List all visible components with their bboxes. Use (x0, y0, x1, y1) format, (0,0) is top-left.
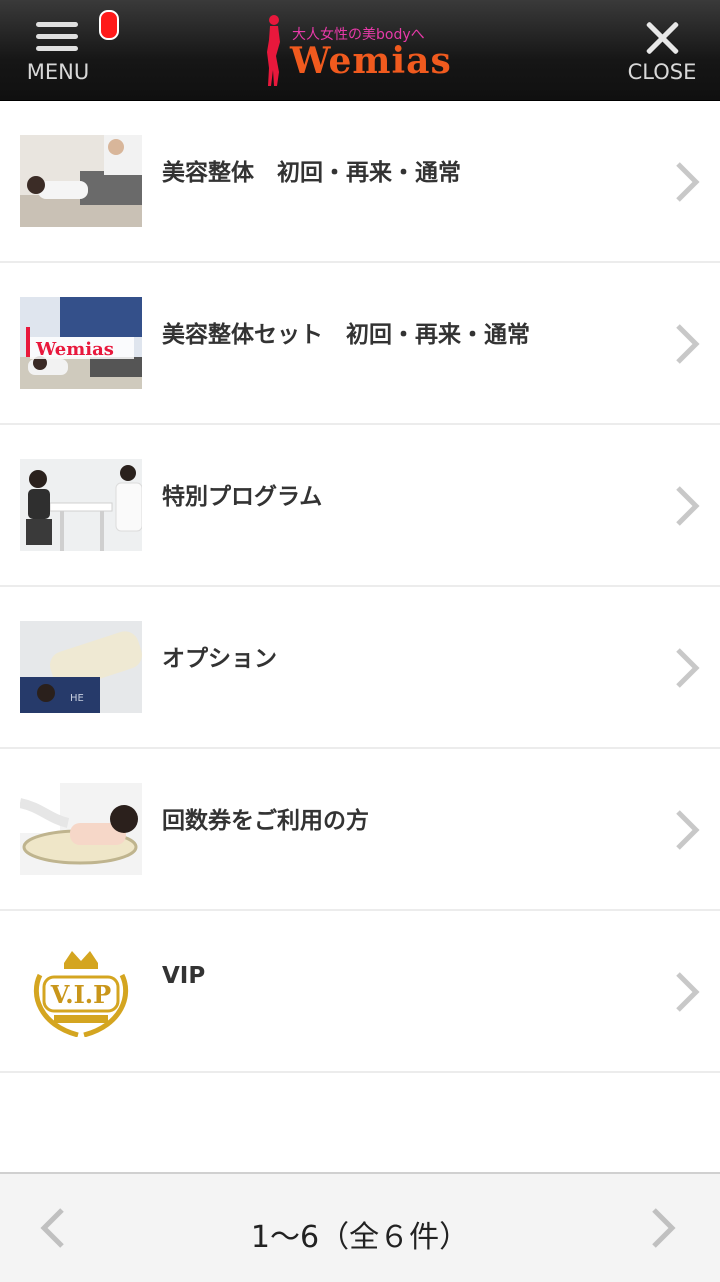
woman-silhouette-icon (267, 15, 280, 86)
chevron-right-icon (676, 162, 700, 202)
app-header: MENU 大人女性の美bodyへ Wemias CLOSE (0, 0, 720, 101)
chevron-right-icon (676, 810, 700, 850)
item-title: 美容整体 初回・再来・通常 (162, 160, 461, 186)
chevron-right-icon (676, 648, 700, 688)
vip-crown-emblem-thumbnail: V.I.P (20, 945, 142, 1037)
list-item[interactable]: 特別プログラム (0, 425, 720, 587)
item-title: VIP (162, 963, 206, 989)
item-title: 特別プログラム (162, 484, 323, 510)
svg-text:Wemias: Wemias (35, 339, 114, 360)
menu-label: MENU (26, 60, 90, 84)
hamburger-icon (36, 10, 119, 54)
pillow-photo-thumbnail: HE (20, 621, 142, 713)
chevron-right-icon (676, 972, 700, 1012)
close-button[interactable]: CLOSE (620, 14, 704, 90)
close-label: CLOSE (627, 60, 697, 84)
notification-badge (99, 10, 119, 40)
list-item[interactable]: HE オプション (0, 587, 720, 749)
item-title: 回数券をご利用の方 (162, 808, 369, 834)
chevron-right-icon (676, 486, 700, 526)
logo-name: Wemias (290, 40, 452, 82)
massage-photo-thumbnail (20, 135, 142, 227)
wemias-collage-thumbnail: Wemias (20, 297, 142, 389)
list-item[interactable]: 美容整体 初回・再来・通常 (0, 101, 720, 263)
list-item[interactable]: 回数券をご利用の方 (0, 749, 720, 911)
chevron-right-icon (676, 324, 700, 364)
item-title: オプション (162, 646, 277, 672)
pagination-bar: 1〜6（全６件） (0, 1172, 720, 1282)
menu-list: 美容整体 初回・再来・通常 Wemias 美容整体セット 初回・再来・通常 特別… (0, 101, 720, 1073)
svg-text:HE: HE (70, 693, 84, 704)
list-item[interactable]: Wemias 美容整体セット 初回・再来・通常 (0, 263, 720, 425)
vip-badge-text: V.I.P (50, 980, 111, 1009)
pagination-text: 1〜6（全６件） (250, 1220, 470, 1255)
close-icon (644, 20, 680, 56)
menu-button[interactable]: MENU (18, 10, 119, 90)
chevron-right-icon[interactable] (648, 1206, 678, 1250)
item-title: 美容整体セット 初回・再来・通常 (162, 322, 530, 348)
counseling-photo-thumbnail (20, 459, 142, 551)
logo: 大人女性の美bodyへ Wemias (262, 12, 462, 88)
back-massage-photo-thumbnail (20, 783, 142, 875)
list-item[interactable]: V.I.P VIP (0, 911, 720, 1073)
